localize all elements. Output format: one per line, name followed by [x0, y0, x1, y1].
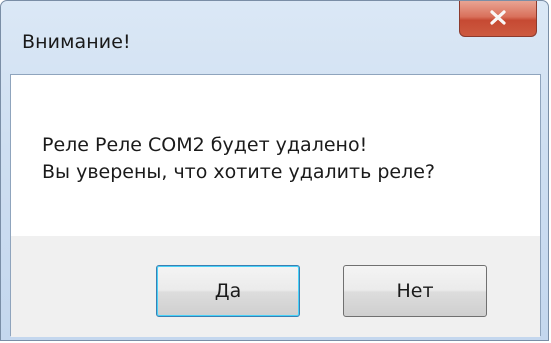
message-line-1: Реле Реле COM2 будет удалено! [42, 134, 368, 156]
message-text: Реле Реле COM2 будет удалено! Вы уверены… [42, 132, 435, 186]
dialog-content: Реле Реле COM2 будет удалено! Вы уверены… [10, 74, 541, 337]
message-line-2: Вы уверены, что хотите удалить реле? [42, 161, 435, 183]
close-button[interactable] [459, 1, 537, 37]
no-button[interactable]: Нет [343, 265, 487, 317]
dialog-title: Внимание! [22, 31, 131, 53]
button-bar: Да Нет [11, 236, 540, 337]
yes-button[interactable]: Да [156, 265, 300, 317]
title-bar[interactable]: Внимание! [1, 1, 548, 75]
close-icon [490, 10, 506, 25]
dialog-window: Внимание! Реле Реле COM2 будет удалено! … [0, 0, 549, 341]
